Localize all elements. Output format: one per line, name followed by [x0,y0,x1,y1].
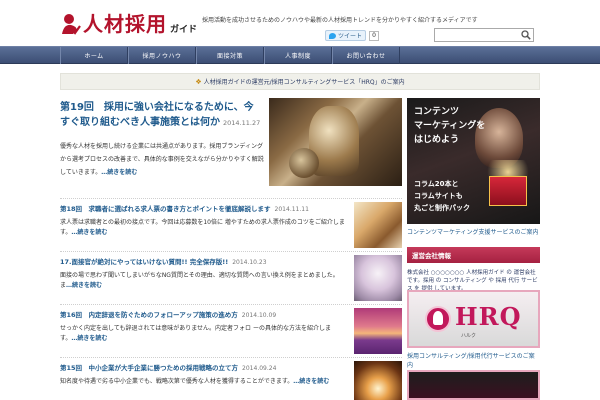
hrq-banner[interactable]: HRQ ハルク [407,290,540,348]
post-date: 2014.10.09 [241,312,277,319]
hrq-logo-text: HRQ [455,302,522,331]
read-more-link[interactable]: …続きを読む [101,169,137,176]
armor-image-shape [289,148,319,178]
person-check-icon [62,14,81,35]
post-title-text[interactable]: 第15回 中小企業が大手企業に勝つための採用戦略の立て方 [60,364,238,372]
post-excerpt-text: 知名度や待遇で劣る中小企業でも、戦略次第で優秀な人材を獲得することができます。 [60,378,294,385]
site-header: 人材採用 ガイド 採用活動を成功させるためのノウハウや最新の人材採用トレンドを分… [0,0,600,49]
post-excerpt: 面接の場で思わず聞いてしまいがちなNG質問とその理由、適切な質問への言い換え例を… [60,271,346,291]
read-more-link[interactable]: …続きを読む [293,378,329,385]
nav-item-hr-system[interactable]: 人事制度 [264,47,332,64]
logo-subtext: ガイド [170,24,198,35]
site-tagline: 採用活動を成功させるためのノウハウや最新の人材採用トレンドを分かりやすく紹介する… [202,17,478,24]
sidebar-link[interactable]: 採用コンサルティング/採用代行サービスのご案内 [407,352,540,370]
post-excerpt: せっかく内定を出しても辞退されては意味がありません。内定者フォロ ーの具体的な方… [60,324,346,344]
ad-subheadline: コラム20本と コラムサイトも 丸ごと制作パック [414,180,470,212]
list-item: 第15回 中小企業が大手企業に勝つための採用戦略の立て方 2014.09.24 知… [60,357,402,400]
person-icon [433,311,443,325]
nav-item-home[interactable]: ホーム [60,47,128,64]
nav-item-knowhow[interactable]: 採用ノウハウ [128,47,196,64]
tweet-button[interactable]: ツイート [325,30,367,41]
featured-post-date: 2014.11.27 [223,119,261,127]
post-excerpt: 求人票は求職者との最初の接点です。今回は応募数を10倍に 増やすための求人票作成… [60,218,346,238]
notice-bar[interactable]: ❖ 人材採用ガイドの運営元/採用コンサルティングサービス「HRQ」のご案内 [60,73,540,90]
site-logo[interactable]: 人材採用 ガイド [61,12,197,36]
list-item: 第16回 内定辞退を防ぐためのフォローアップ施策の進め方 2014.10.09 せ… [60,304,402,356]
post-title-text[interactable]: 第18回 求職者に選ばれる求人票の書き方とポイントを徹底解説します [60,205,271,213]
notice-text: 人材採用ガイドの運営元/採用コンサルティングサービス「HRQ」のご案内 [203,79,405,86]
ad-headline: コンテンツ マーケティングを はじめよう [414,107,486,145]
post-thumbnail[interactable] [354,361,402,400]
nav-item-contact[interactable]: お問い合わせ [332,47,400,64]
twitter-bird-icon [329,32,336,39]
read-more-link[interactable]: …続きを読む [71,335,107,342]
featured-post-thumbnail[interactable] [269,98,402,186]
tweet-count: 0 [369,30,380,41]
sidebar-image-banner[interactable] [407,370,540,400]
nav-item-interview[interactable]: 面接対策 [196,47,264,64]
post-date: 2014.10.23 [232,259,267,266]
post-title-text[interactable]: 第16回 内定辞退を防ぐためのフォローアップ施策の進め方 [60,311,238,319]
post-thumbnail[interactable] [354,202,402,248]
sidebar-link[interactable]: コンテンツマーケティング支援サービスのご案内 [407,228,540,237]
search-icon[interactable] [521,30,531,40]
list-item: 17.面接官が絶対にやってはいけない質問!! 完全保存版!! 2014.10.23… [60,251,402,303]
post-excerpt: 知名度や待遇で劣る中小企業でも、戦略次第で優秀な人材を獲得することができます。…… [60,377,346,387]
post-thumbnail[interactable] [354,255,402,301]
main-nav: ホーム 採用ノウハウ 面接対策 人事制度 お問い合わせ [0,46,600,64]
search-box [434,28,534,49]
post-title-text[interactable]: 17.面接官が絶対にやってはいけない質問!! 完全保存版!! [60,258,228,266]
read-more-link[interactable]: …続きを読む [66,282,102,289]
post-title[interactable]: 第15回 中小企業が大手企業に勝つための採用戦略の立て方 2014.09.24 [60,363,350,374]
list-item: 第18回 求職者に選ばれる求人票の書き方とポイントを徹底解説します 2014.11… [60,198,402,250]
post-title[interactable]: 第18回 求職者に選ばれる求人票の書き方とポイントを徹底解説します 2014.11… [60,204,350,215]
post-title[interactable]: 17.面接官が絶対にやってはいけない質問!! 完全保存版!! 2014.10.23 [60,257,350,268]
post-thumbnail[interactable] [354,308,402,354]
read-more-link[interactable]: …続きを読む [71,229,107,236]
tweet-widget: ツイート 0 [325,30,380,41]
star-icon: ❖ [195,77,202,86]
featured-post: 第19回 採用に強い会社になるために、今すぐ取り組むべき人事施策とは何か 2014… [60,98,402,193]
post-title[interactable]: 第16回 内定辞退を防ぐためのフォローアップ施策の進め方 2014.10.09 [60,310,350,321]
post-date: 2014.09.24 [242,365,277,372]
post-date: 2014.11.11 [274,206,309,213]
featured-post-excerpt-text: 優秀な人材を採用し続ける企業には共通点があります。採用ブランディングから選考プロ… [60,143,264,176]
gift-box-icon [489,176,527,206]
tweet-button-label: ツイート [338,33,363,40]
sidebar-section-heading: 運営会社情報 [407,247,540,263]
hrq-logo-subtext: ハルク [461,333,477,339]
logo-text: 人材採用 [83,12,167,36]
featured-post-excerpt: 優秀な人材を採用し続ける企業には共通点があります。採用ブランディングから選考プロ… [60,140,265,179]
featured-post-title[interactable]: 第19回 採用に強い会社になるために、今すぐ取り組むべき人事施策とは何か 2014… [60,100,262,131]
sidebar-ad-banner[interactable]: コンテンツ マーケティングを はじめよう コラム20本と コラムサイトも 丸ごと… [407,98,540,224]
